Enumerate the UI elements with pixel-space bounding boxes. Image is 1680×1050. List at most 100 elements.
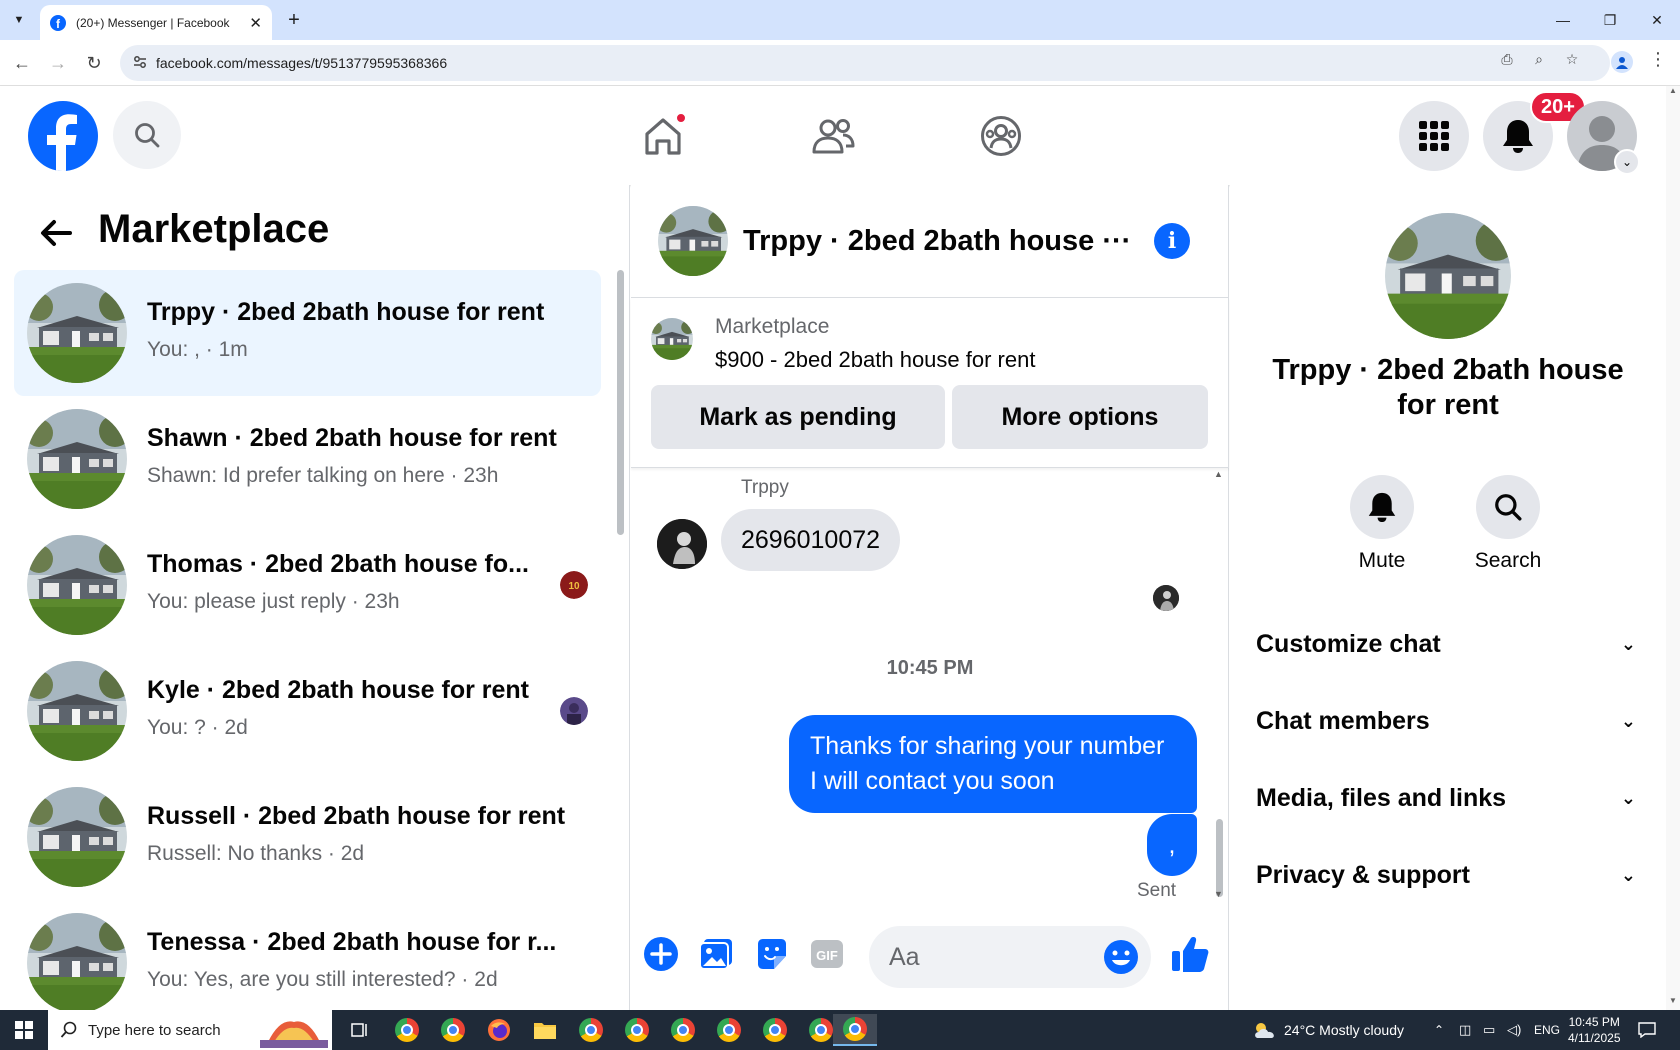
zoom-icon[interactable]: ⌕: [1529, 49, 1549, 69]
browser-menu-icon[interactable]: ⋮: [1648, 49, 1668, 69]
chrome-taskbar-icon[interactable]: [571, 1014, 611, 1046]
page-scrollbar[interactable]: ▲ ▼: [1666, 86, 1680, 1010]
conversation-item[interactable]: Shawn · 2bed 2bath house for rent Shawn:…: [14, 396, 601, 522]
section-label: Chat members: [1256, 706, 1430, 735]
conversation-preview: Shawn: Id prefer talking on here · 23h: [147, 464, 499, 487]
restore-icon[interactable]: ❐: [1587, 0, 1633, 40]
chrome-taskbar-icon[interactable]: [663, 1014, 703, 1046]
notification-center-icon[interactable]: [1638, 1010, 1656, 1050]
facebook-logo[interactable]: [28, 101, 98, 171]
more-options-button[interactable]: More options: [952, 385, 1208, 449]
tray-overflow-icon[interactable]: ⌃: [1434, 1010, 1444, 1050]
chrome-taskbar-icon[interactable]: [433, 1014, 473, 1046]
media-files-links-section[interactable]: Media, files and links ⌄: [1256, 774, 1636, 822]
clock[interactable]: 10:45 PM 4/11/2025: [1568, 1010, 1621, 1050]
incoming-message[interactable]: 2696010072: [721, 509, 901, 571]
scrollbar-thumb[interactable]: [617, 270, 624, 535]
browser-tabstrip: ▼ f (20+) Messenger | Facebook ✕ + — ❐ ✕: [0, 0, 1680, 40]
profile-icon[interactable]: [1611, 51, 1633, 73]
facebook-search-button[interactable]: [113, 101, 181, 169]
scroll-up-icon[interactable]: ▲: [1669, 86, 1677, 95]
chevron-down-icon: ⌄: [1620, 864, 1636, 885]
network-icon[interactable]: ▭: [1483, 1010, 1495, 1050]
minimize-icon[interactable]: —: [1540, 0, 1586, 40]
listing-thumbnail: [27, 787, 127, 887]
attach-photo-button[interactable]: [697, 935, 735, 973]
search-in-conversation-button[interactable]: Search: [1458, 475, 1558, 573]
nav-groups[interactable]: [973, 108, 1029, 164]
start-button[interactable]: [0, 1010, 48, 1050]
chat-listing-photo[interactable]: [658, 206, 728, 276]
url-text: facebook.com/messages/t/9513779595368366: [156, 55, 448, 71]
more-actions-button[interactable]: [642, 935, 680, 973]
back-arrow-icon[interactable]: [38, 215, 74, 251]
customize-chat-section[interactable]: Customize chat ⌄: [1256, 620, 1636, 668]
menu-button[interactable]: [1399, 101, 1469, 171]
browser-tab[interactable]: f (20+) Messenger | Facebook ✕: [40, 5, 272, 40]
emoji-button[interactable]: [1103, 939, 1139, 980]
forward-icon[interactable]: →: [44, 49, 72, 77]
details-listing-photo[interactable]: [1385, 213, 1511, 339]
chrome-taskbar-icon[interactable]: [617, 1014, 657, 1046]
taskbar-search[interactable]: Type here to search: [48, 1010, 332, 1050]
chrome-taskbar-icon-active[interactable]: [833, 1014, 877, 1046]
mute-button[interactable]: Mute: [1332, 475, 1432, 573]
message-input[interactable]: [869, 926, 1089, 988]
scroll-down-icon[interactable]: ▼: [1669, 996, 1677, 1005]
chrome-taskbar-icon[interactable]: [755, 1014, 795, 1046]
tab-title: (20+) Messenger | Facebook: [76, 15, 230, 30]
scroll-up-icon[interactable]: ▲: [1214, 469, 1223, 479]
panel-title: Marketplace: [98, 207, 330, 251]
chat-members-section[interactable]: Chat members ⌄: [1256, 697, 1636, 745]
outgoing-message[interactable]: Thanks for sharing your number I will co…: [789, 715, 1197, 813]
language-indicator[interactable]: ENG: [1534, 1010, 1560, 1050]
sender-name: Trppy: [741, 477, 789, 498]
account-chevron-icon[interactable]: ⌄: [1614, 149, 1640, 175]
conversation-item[interactable]: Thomas · 2bed 2bath house fo... You: ple…: [14, 522, 601, 648]
nav-friends[interactable]: [805, 108, 861, 164]
file-explorer-taskbar-icon[interactable]: [525, 1014, 565, 1046]
listing-thumbnail[interactable]: [651, 318, 693, 360]
thread-scrollbar[interactable]: ▲ ▼: [1214, 469, 1224, 901]
scrollbar-thumb[interactable]: [1216, 819, 1223, 897]
gif-button[interactable]: GIF: [808, 935, 846, 973]
privacy-support-section[interactable]: Privacy & support ⌄: [1256, 851, 1636, 899]
nav-home[interactable]: [635, 108, 691, 164]
message-input-wrapper: [869, 926, 1151, 988]
chrome-taskbar-icon[interactable]: [709, 1014, 749, 1046]
sender-avatar[interactable]: [657, 519, 707, 569]
section-label: Customize chat: [1256, 629, 1441, 658]
chat-title[interactable]: Trppy · 2bed 2bath house ···: [743, 225, 1131, 258]
tab-search-dropdown-icon[interactable]: ▼: [5, 7, 33, 33]
chat-details-panel: Trppy · 2bed 2bath house for rent Mute S…: [1230, 185, 1666, 1010]
chrome-taskbar-icon[interactable]: [387, 1014, 427, 1046]
conversation-item[interactable]: Russell · 2bed 2bath house for rent Russ…: [14, 774, 601, 900]
conversation-name: Russell · 2bed 2bath house for rent: [147, 802, 566, 830]
scroll-down-icon[interactable]: ▼: [1214, 889, 1223, 899]
outgoing-message[interactable]: ,: [1147, 814, 1197, 876]
meet-now-icon[interactable]: ◫: [1459, 1010, 1471, 1050]
conversation-item[interactable]: Kyle · 2bed 2bath house for rent You: ? …: [14, 648, 601, 774]
mute-label: Mute: [1358, 549, 1406, 572]
listing-title[interactable]: $900 - 2bed 2bath house for rent: [715, 347, 1035, 373]
bookmark-star-icon[interactable]: ☆: [1562, 49, 1582, 69]
mark-as-pending-button[interactable]: Mark as pending: [651, 385, 945, 449]
conversation-list-scrollbar[interactable]: [616, 270, 624, 990]
like-button[interactable]: [1169, 933, 1211, 975]
tab-close-icon[interactable]: ✕: [249, 14, 262, 32]
volume-icon[interactable]: ◁): [1507, 1010, 1521, 1050]
conversation-item[interactable]: Trppy · 2bed 2bath house for rent You: ,…: [14, 270, 601, 396]
conversation-item[interactable]: Tenessa · 2bed 2bath house for r... You:…: [14, 900, 601, 1010]
task-view-icon[interactable]: [340, 1014, 380, 1046]
firefox-taskbar-icon[interactable]: [479, 1014, 519, 1046]
address-bar[interactable]: facebook.com/messages/t/9513779595368366: [120, 45, 1610, 81]
sticker-button[interactable]: [753, 935, 791, 973]
reload-icon[interactable]: ↻: [80, 49, 108, 77]
weather-widget[interactable]: 24°C Mostly cloudy: [1252, 1010, 1404, 1050]
info-icon[interactable]: i: [1154, 223, 1190, 259]
site-info-icon[interactable]: [132, 54, 148, 70]
new-tab-icon[interactable]: +: [280, 6, 308, 34]
close-window-icon[interactable]: ✕: [1634, 0, 1680, 40]
back-icon[interactable]: ←: [8, 49, 36, 77]
install-app-icon[interactable]: ⎙: [1497, 49, 1517, 69]
